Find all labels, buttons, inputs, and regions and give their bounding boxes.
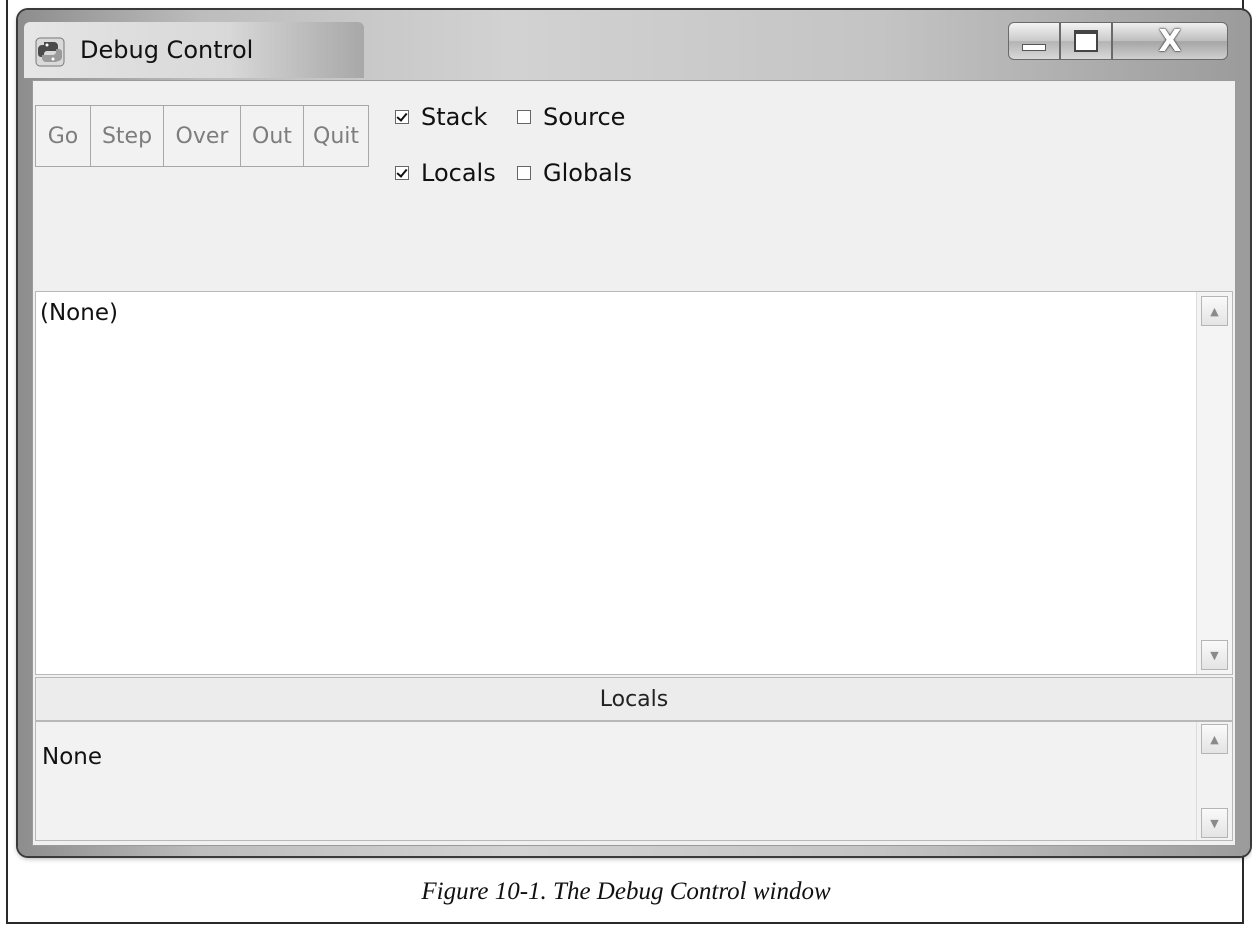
maximize-icon — [1074, 30, 1098, 52]
out-button[interactable]: Out — [240, 105, 304, 167]
source-checkbox-label: Source — [543, 103, 626, 131]
quit-button[interactable]: Quit — [303, 105, 369, 167]
globals-checkbox-label: Globals — [543, 159, 633, 187]
close-button[interactable]: X — [1112, 22, 1228, 60]
checkbox-unchecked-icon — [517, 166, 531, 180]
minimize-icon — [1022, 43, 1046, 51]
locals-scrollbar[interactable]: ▲ ▼ — [1196, 722, 1232, 840]
title-bar[interactable]: Debug Control X — [18, 10, 1250, 78]
stack-entry[interactable]: (None) — [40, 300, 118, 326]
python-idle-icon — [35, 37, 65, 67]
stack-listbox[interactable]: (None) ▲ ▼ — [35, 291, 1233, 675]
go-button[interactable]: Go — [35, 105, 91, 167]
debug-button-row: Go Step Over Out Quit — [35, 105, 369, 167]
step-button[interactable]: Step — [90, 105, 164, 167]
checkbox-checked-icon — [395, 110, 409, 124]
checkbox-checked-icon — [395, 166, 409, 180]
locals-checkbox[interactable]: Locals — [395, 159, 496, 187]
locals-entry[interactable]: None — [42, 744, 102, 770]
locals-listbox[interactable]: None ▲ ▼ — [35, 721, 1233, 841]
debug-control-window: Debug Control X Go Step Over Out Quit St… — [18, 10, 1250, 856]
stack-checkbox[interactable]: Stack — [395, 103, 487, 131]
figure-caption: Figure 10-1. The Debug Control window — [421, 878, 831, 905]
scroll-up-arrow-icon[interactable]: ▲ — [1201, 296, 1228, 326]
scroll-down-arrow-icon[interactable]: ▼ — [1201, 808, 1228, 838]
checkbox-unchecked-icon — [517, 110, 531, 124]
over-button[interactable]: Over — [163, 105, 241, 167]
client-area: Go Step Over Out Quit Stack Source Local… — [32, 80, 1236, 846]
source-checkbox[interactable]: Source — [517, 103, 625, 131]
stack-checkbox-label: Stack — [421, 103, 488, 131]
minimize-button[interactable] — [1008, 22, 1060, 60]
scroll-up-arrow-icon[interactable]: ▲ — [1201, 724, 1228, 754]
locals-checkbox-label: Locals — [421, 159, 496, 187]
maximize-button[interactable] — [1060, 22, 1112, 60]
locals-header: Locals — [35, 677, 1233, 721]
toolbar: Go Step Over Out Quit Stack Source Local… — [33, 81, 1235, 291]
window-title: Debug Control — [80, 36, 254, 64]
scroll-down-arrow-icon[interactable]: ▼ — [1201, 640, 1228, 670]
close-icon: X — [1158, 23, 1182, 59]
stack-scrollbar[interactable]: ▲ ▼ — [1196, 292, 1232, 674]
globals-checkbox[interactable]: Globals — [517, 159, 632, 187]
